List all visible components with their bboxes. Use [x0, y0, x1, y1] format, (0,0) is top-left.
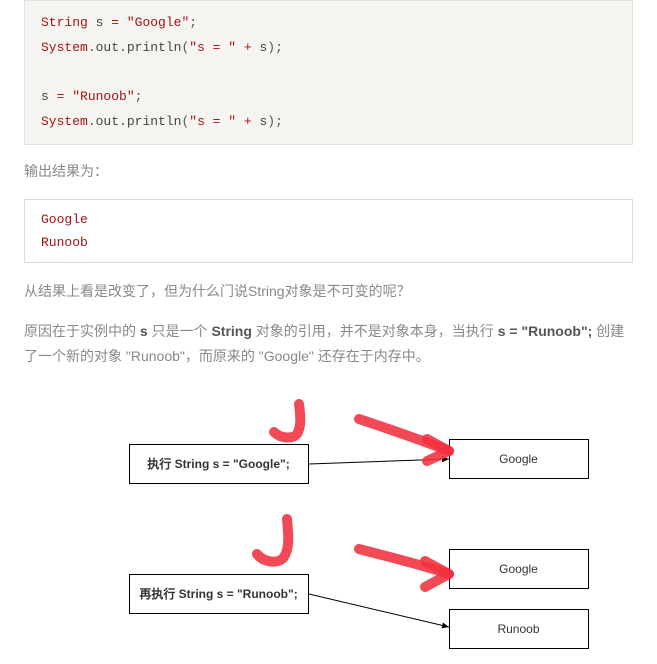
code-token: =	[103, 15, 126, 30]
code-token: .	[119, 114, 127, 129]
code-token: ;	[275, 40, 283, 55]
output-line: Runoob	[41, 235, 88, 250]
code-token: .	[119, 40, 127, 55]
diagram-box-google-1: Google	[449, 439, 589, 479]
diagram-box-execute-1: 执行 String s = "Google";	[129, 444, 309, 484]
code-token: +	[236, 114, 259, 129]
code-token: )	[267, 40, 275, 55]
code-token: s	[41, 89, 49, 104]
code-token: println	[127, 40, 182, 55]
diagram-box-runoob: Runoob	[449, 609, 589, 649]
paragraph-1: 从结果上看是改变了，但为什么门说String对象是不可变的呢？	[24, 279, 633, 304]
output-block: Google Runoob	[24, 199, 633, 264]
code-token: .	[88, 40, 96, 55]
document-page: String s = "Google"; System.out.println(…	[0, 0, 657, 664]
bold-text: s = "Runoob";	[498, 323, 593, 339]
code-token: "Google"	[127, 15, 189, 30]
code-block-1: String s = "Google"; System.out.println(…	[24, 0, 633, 145]
string-reference-diagram: 执行 String s = "Google"; 再执行 String s = "…	[49, 399, 609, 644]
code-token: System	[41, 114, 88, 129]
diagram-box-execute-2: 再执行 String s = "Runoob";	[129, 574, 309, 614]
code-token: println	[127, 114, 182, 129]
code-token: out	[96, 114, 119, 129]
code-token: System	[41, 40, 88, 55]
code-token: "Runoob"	[72, 89, 134, 104]
output-label: 输出结果为：	[24, 159, 633, 184]
diagram-box-google-2: Google	[449, 549, 589, 589]
code-token: out	[96, 40, 119, 55]
bold-text: String	[211, 323, 251, 339]
code-token: .	[88, 114, 96, 129]
code-token: ;	[189, 15, 197, 30]
code-token: ;	[135, 89, 143, 104]
text: 只是一个	[148, 323, 212, 339]
code-token: String	[41, 15, 88, 30]
code-token: ;	[275, 114, 283, 129]
bold-text: s	[140, 323, 148, 339]
code-token: )	[267, 114, 275, 129]
code-token: "s = "	[189, 40, 236, 55]
code-token: "s = "	[189, 114, 236, 129]
code-token: =	[49, 89, 72, 104]
code-token: +	[236, 40, 259, 55]
output-line: Google	[41, 212, 88, 227]
text: 对象的引用，并不是对象本身，当执行	[252, 323, 498, 339]
paragraph-2: 原因在于实例中的 s 只是一个 String 对象的引用，并不是对象本身，当执行…	[24, 319, 633, 369]
text: 原因在于实例中的	[24, 323, 140, 339]
